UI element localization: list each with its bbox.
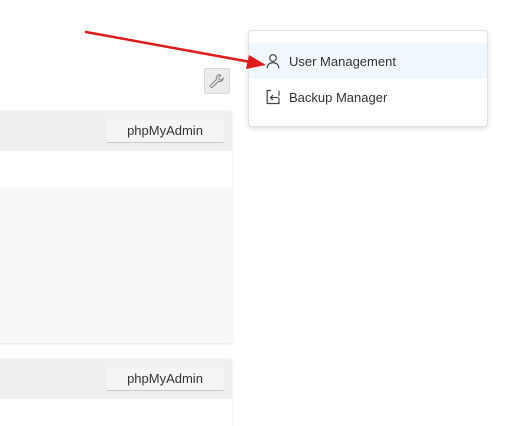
settings-dropdown-menu: User Management Backup Manager [248, 30, 488, 127]
user-icon [265, 53, 281, 69]
panel-spacer [0, 151, 232, 187]
database-panel: phpMyAdmin [0, 359, 232, 426]
wrench-icon [209, 73, 225, 89]
menu-item-label: Backup Manager [289, 89, 388, 105]
panel-header: phpMyAdmin [0, 111, 232, 151]
settings-button[interactable] [204, 68, 230, 94]
menu-item-user-management[interactable]: User Management [249, 43, 487, 79]
menu-item-label: User Management [289, 53, 396, 69]
panel-body [0, 399, 232, 426]
panel-header: phpMyAdmin [0, 359, 232, 399]
database-panel: phpMyAdmin [0, 111, 232, 343]
phpmyadmin-button[interactable]: phpMyAdmin [106, 367, 224, 391]
backup-restore-icon [265, 89, 281, 105]
menu-item-backup-manager[interactable]: Backup Manager [249, 79, 487, 115]
page: phpMyAdmin phpMyAdmin User Management Ba… [0, 0, 506, 426]
phpmyadmin-button[interactable]: phpMyAdmin [106, 119, 224, 143]
panel-body [0, 187, 232, 343]
